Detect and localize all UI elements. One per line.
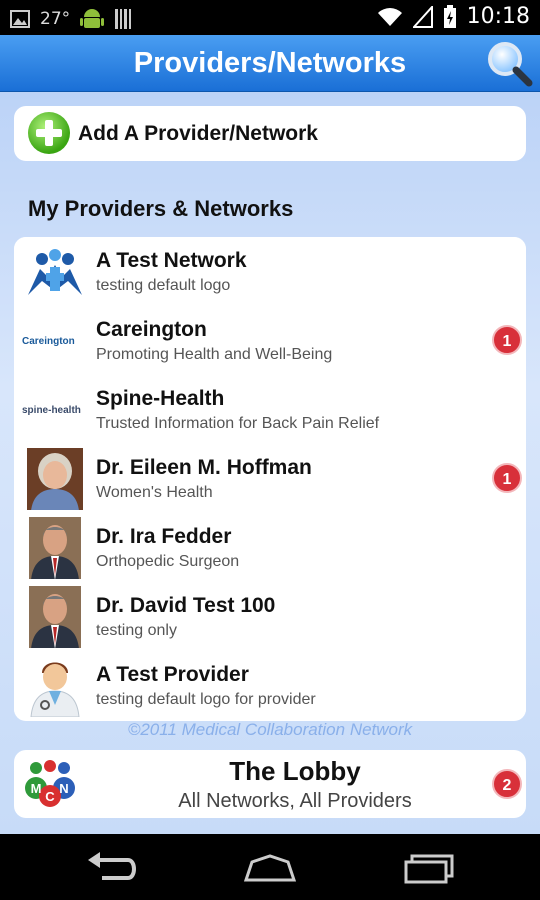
home-button[interactable]	[240, 848, 300, 886]
provider-subtitle: Women's Health	[96, 484, 213, 501]
list-item[interactable]: Careington Careington Promoting Health a…	[14, 306, 526, 376]
mcn-logo-icon: M C N	[25, 760, 75, 807]
back-button[interactable]	[82, 848, 142, 886]
provider-name: Spine-Health	[96, 387, 225, 410]
list-item[interactable]: Dr. David Test 100 testing only	[14, 582, 526, 652]
provider-photo	[22, 448, 88, 510]
image-icon	[10, 10, 30, 28]
provider-name: Dr. Ira Fedder	[96, 525, 232, 548]
provider-subtitle: testing default logo	[96, 277, 231, 294]
list-item[interactable]: spine-health Spine-Health Trusted Inform…	[14, 375, 526, 445]
recent-apps-icon	[404, 854, 454, 884]
content-area: Add A Provider/Network My Providers & Ne…	[0, 92, 540, 834]
add-circle-icon	[28, 112, 70, 154]
svg-text:N: N	[59, 781, 68, 796]
android-icon	[80, 9, 105, 28]
clock-text: 10:18	[466, 4, 530, 29]
list-item[interactable]: A Test Network testing default logo	[14, 237, 526, 307]
signal-icon	[412, 5, 433, 28]
add-provider-button[interactable]: Add A Provider/Network	[14, 106, 526, 161]
lobby-title: The Lobby	[229, 756, 361, 786]
svg-text:C: C	[45, 789, 55, 804]
home-icon	[243, 854, 297, 882]
careington-logo: Careington	[22, 335, 75, 347]
search-icon	[488, 42, 533, 87]
provider-name: Dr. David Test 100	[96, 594, 276, 617]
list-item[interactable]: Dr. Eileen M. Hoffman Women's Health 1	[14, 444, 526, 514]
provider-subtitle: Trusted Information for Back Pain Relief	[96, 415, 380, 432]
lobby-button[interactable]: M C N The Lobby All Networks, All Provid…	[14, 750, 526, 818]
title-bar: Providers/Networks	[0, 35, 540, 92]
provider-photo	[22, 517, 88, 579]
spine-health-logo: spine-health	[22, 404, 81, 416]
status-bar: 27° 10:18	[0, 0, 540, 35]
provider-name: Careington	[96, 318, 207, 341]
svg-text:M: M	[31, 781, 42, 796]
provider-photo	[22, 586, 88, 648]
system-nav-bar	[0, 834, 540, 900]
network-logo-icon	[22, 241, 88, 303]
temperature-text: 27°	[40, 9, 71, 29]
provider-name: Dr. Eileen M. Hoffman	[96, 456, 312, 479]
notification-badge: 1	[492, 325, 522, 355]
barcode-icon	[115, 9, 132, 29]
provider-subtitle: Orthopedic Surgeon	[96, 553, 240, 570]
provider-subtitle: testing default logo for provider	[96, 691, 316, 708]
copyright-text: ©2011 Medical Collaboration Network	[127, 720, 413, 739]
provider-subtitle: testing only	[96, 622, 177, 639]
provider-subtitle: Promoting Health and Well-Being	[96, 346, 333, 363]
wifi-icon	[377, 7, 402, 26]
list-item[interactable]: Dr. Ira Fedder Orthopedic Surgeon	[14, 513, 526, 583]
search-button[interactable]	[484, 39, 534, 87]
section-title: My Providers & Networks	[28, 196, 294, 221]
battery-icon	[443, 4, 456, 28]
recent-apps-button[interactable]	[400, 848, 460, 886]
providers-list: A Test Network testing default logo Care…	[14, 237, 526, 721]
provider-name: A Test Network	[96, 249, 247, 272]
add-provider-label: Add A Provider/Network	[78, 122, 318, 145]
lobby-subtitle: All Networks, All Providers	[178, 790, 412, 812]
notification-badge: 1	[492, 463, 522, 493]
back-icon	[88, 852, 136, 880]
page-title: Providers/Networks	[133, 47, 407, 79]
provider-name: A Test Provider	[96, 663, 249, 686]
doctor-avatar-icon	[22, 655, 88, 717]
notification-badge: 2	[492, 769, 522, 799]
list-item[interactable]: A Test Provider testing default logo for…	[14, 651, 526, 720]
